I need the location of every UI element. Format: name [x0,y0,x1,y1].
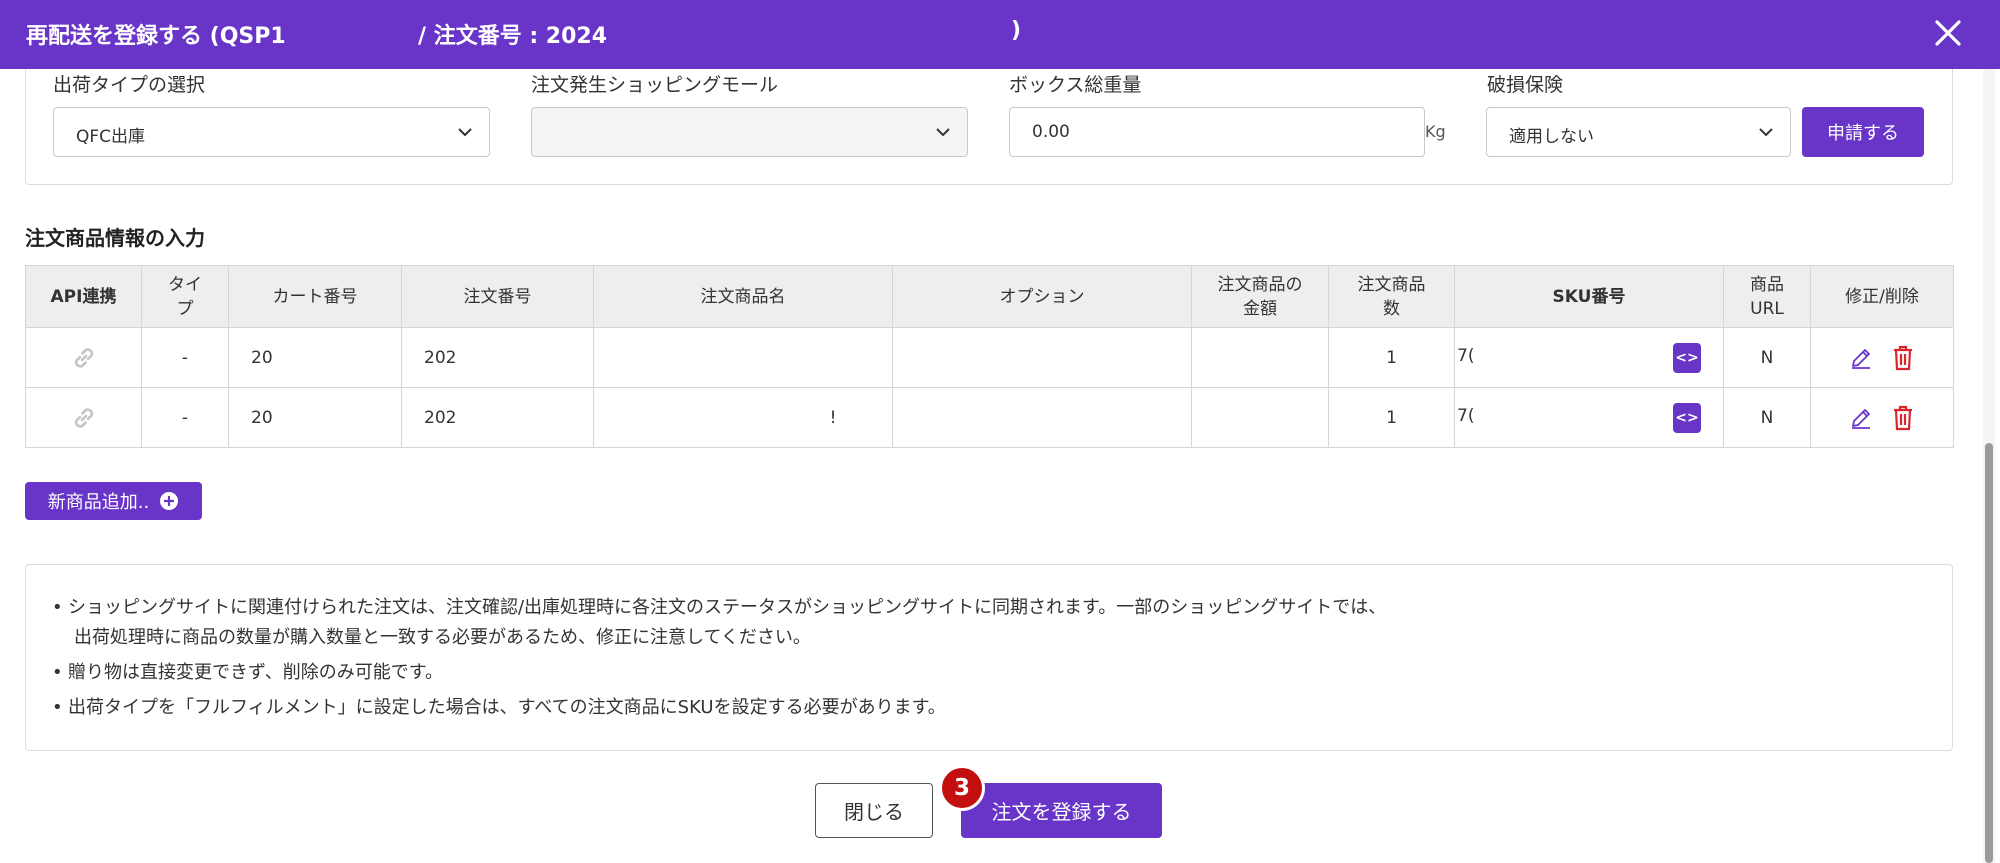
quantity-cell: 1 [1328,387,1455,448]
mall-select[interactable] [531,107,968,157]
quantity-cell: 1 [1328,327,1455,388]
sku-cell: 7( <> [1454,387,1724,448]
col-price: 注文商品の 金額 [1191,265,1329,328]
col-url: 商品 URL [1723,265,1811,328]
plus-circle-icon [160,492,179,510]
delete-icon[interactable] [1891,405,1915,431]
cart-number-cell: 20 [228,387,402,448]
edit-icon[interactable] [1849,406,1873,430]
table-row: - 20 202 1 7( <> N [25,327,1954,388]
sku-cell: 7( <> [1454,327,1724,388]
order-items-table: API連携 タイプ カート番号 注文番号 注文商品名 オプション 注文商品の 金額… [25,265,1954,448]
sku-value: 7( [1457,346,1475,366]
col-order: 注文番号 [401,265,594,328]
product-name-cell: ! [593,387,893,448]
shipping-type-label: 出荷タイプの選択 [53,74,206,96]
notes-panel: • ショッピングサイトに関連付けられた注文は、注文確認/出庫処理時に各注文のステー… [25,564,1953,751]
actions-cell [1810,387,1954,448]
modal-header: 再配送を登録する (QSP1 / 注文番号 : 2024 ) [0,0,2000,69]
mall-label: 注文発生ショッピングモール [531,74,779,96]
col-product: 注文商品名 [593,265,893,328]
scrollbar-thumb[interactable] [1985,443,1993,863]
table-header-row: API連携 タイプ カート番号 注文番号 注文商品名 オプション 注文商品の 金額… [25,265,1954,328]
option-cell [892,387,1192,448]
add-product-label: 新商品追加.. [47,492,150,513]
insurance-value: 適用しない [1509,127,1594,147]
actions-cell [1810,327,1954,388]
note-item: • 贈り物は直接変更できず、削除のみ可能です。 [52,662,443,683]
api-link-cell [25,327,142,388]
chevron-down-icon [936,128,950,137]
order-number-cell: 202 [401,387,594,448]
note-item: • 出荷タイプを「フルフィルメント」に設定した場合は、すべての注文商品にSKUを設… [52,697,946,718]
insurance-select[interactable]: 適用しない [1486,107,1791,157]
close-icon[interactable] [1930,15,1966,51]
modal-title: 再配送を登録する (QSP1 [26,24,286,49]
insurance-apply-button[interactable]: 申請する [1802,107,1924,157]
delete-icon[interactable] [1891,345,1915,371]
shipping-type-select[interactable]: QFC出庫 [53,107,490,157]
modal-title-end: ) [1011,18,1022,43]
submit-order-button[interactable]: 注文を登録する [961,783,1162,838]
col-edit: 修正/削除 [1810,265,1954,328]
product-url-cell: N [1723,327,1811,388]
col-api: API連携 [25,265,142,328]
shipping-type-value: QFC出庫 [76,127,146,147]
edit-icon[interactable] [1849,346,1873,370]
add-product-button[interactable]: 新商品追加.. [25,482,202,520]
type-cell: - [141,387,229,448]
box-weight-field[interactable] [1010,108,1424,156]
col-cart: カート番号 [228,265,402,328]
option-cell [892,327,1192,388]
sku-value: 7( [1457,406,1475,426]
note-item: • ショッピングサイトに関連付けられた注文は、注文確認/出庫処理時に各注文のステー… [52,597,1387,618]
box-weight-input[interactable] [1009,107,1425,157]
link-icon[interactable] [69,343,99,373]
modal-title-order-number: / 注文番号 : 2024 [418,24,608,49]
col-qty: 注文商品数 [1328,265,1455,328]
table-row: - 20 202 ! 1 7( <> N [25,387,1954,448]
col-sku: SKU番号 [1454,265,1724,328]
api-link-cell [25,387,142,448]
col-option: オプション [892,265,1192,328]
weight-unit: Kg [1425,122,1446,141]
note-item-continued: 出荷処理時に商品の数量が購入数量と一致する必要があるため、修正に注意してください… [74,627,811,648]
type-cell: - [141,327,229,388]
price-cell [1191,387,1329,448]
insurance-label: 破損保険 [1487,74,1564,96]
product-url-cell: N [1723,387,1811,448]
box-weight-label: ボックス総重量 [1009,74,1142,96]
chevron-down-icon [458,128,472,137]
order-number-cell: 202 [401,327,594,388]
price-cell [1191,327,1329,388]
sku-code-button[interactable]: <> [1673,403,1701,433]
product-name-cell [593,327,893,388]
section-title: 注文商品情報の入力 [25,226,205,250]
chevron-down-icon [1759,128,1773,137]
cart-number-cell: 20 [228,327,402,388]
link-icon[interactable] [69,403,99,433]
step-badge: 3 [939,765,985,811]
col-type: タイプ [141,265,229,328]
sku-code-button[interactable]: <> [1673,343,1701,373]
close-button[interactable]: 閉じる [815,783,933,838]
